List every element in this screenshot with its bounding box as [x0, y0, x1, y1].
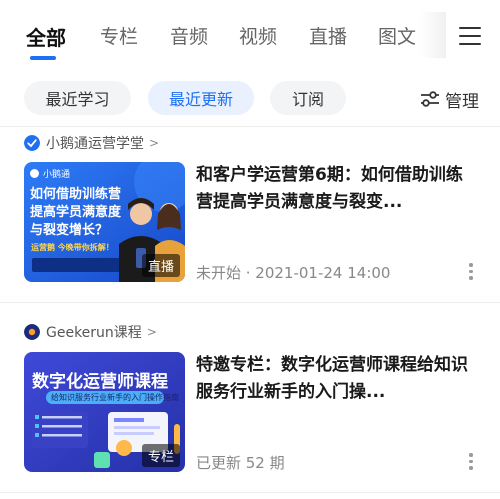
source-logo-icon	[24, 324, 40, 340]
source-name: 小鹅通运营学堂	[46, 136, 144, 152]
menu-icon[interactable]	[459, 26, 481, 46]
tab-video[interactable]: 视频	[239, 22, 277, 49]
source-name: Geekerun课程	[46, 325, 142, 341]
filter-recent-update[interactable]: 最近更新	[148, 81, 254, 115]
divider	[0, 126, 500, 127]
brand-text: 小鹅通	[43, 170, 71, 180]
tab-live[interactable]: 直播	[309, 22, 347, 49]
chevron-right-icon: >	[149, 136, 160, 150]
headline-line: 如何借助训练营	[30, 187, 122, 202]
thumbnail-brand: 小鹅通	[30, 167, 70, 180]
category-tabs: 全部 专栏 音频 视频 直播 图文	[0, 0, 500, 68]
item-title[interactable]: 特邀专栏：数字化运营师课程给知识服务行业新手的入门操...	[196, 352, 478, 406]
source-logo-icon	[24, 135, 40, 151]
tab-audio[interactable]: 音频	[170, 22, 208, 49]
tabs-fade-overlay	[420, 12, 446, 58]
thumbnail-subtitle: 给知识服务行业新手的入门操作指南	[51, 393, 179, 402]
thumbnail-tagline: 运营鹅 今晚带你拆解！	[31, 243, 114, 252]
divider	[0, 492, 500, 493]
tab-all[interactable]: 全部	[26, 22, 66, 51]
item-meta: 未开始 · 2021-01-24 14:00	[196, 264, 391, 282]
divider	[0, 302, 500, 303]
source-link[interactable]: 小鹅通运营学堂 >	[24, 133, 159, 153]
live-badge: 直播	[141, 254, 180, 277]
course-thumbnail[interactable]: 数字化运营师课程 给知识服务行业新手的入门操作指南 专栏	[24, 352, 185, 472]
column-badge: 专栏	[141, 444, 180, 467]
filter-recent-learning[interactable]: 最近学习	[24, 81, 131, 115]
tab-column[interactable]: 专栏	[100, 22, 138, 49]
manage-label: 管理	[445, 91, 479, 112]
headline-line: 提高学员满意度	[30, 205, 122, 220]
manage-button[interactable]: 管理	[420, 86, 479, 112]
item-meta: 已更新 52 期	[196, 454, 285, 472]
source-link[interactable]: Geekerun课程 >	[24, 322, 157, 342]
brand-logo-icon	[30, 169, 39, 178]
active-tab-indicator	[30, 56, 56, 60]
more-options-icon[interactable]	[468, 263, 474, 283]
thumbnail-headline: 如何借助训练营 提高学员满意度 与裂变增长？	[30, 186, 121, 240]
chevron-right-icon: >	[146, 325, 157, 339]
headline-line: 与裂变增长？	[30, 223, 109, 238]
course-thumbnail[interactable]: 小鹅通 如何借助训练营 提高学员满意度 与裂变增长？ 运营鹅 今晚带你拆解！ 直…	[24, 162, 185, 282]
sliders-icon	[421, 91, 439, 107]
item-title[interactable]: 和客户学运营第6期：如何借助训练营提高学员满意度与裂变...	[196, 162, 478, 216]
filter-subscribed[interactable]: 订阅	[270, 81, 346, 115]
tab-article[interactable]: 图文	[378, 22, 416, 49]
thumbnail-headline: 数字化运营师课程	[32, 372, 168, 392]
more-options-icon[interactable]	[468, 453, 474, 473]
